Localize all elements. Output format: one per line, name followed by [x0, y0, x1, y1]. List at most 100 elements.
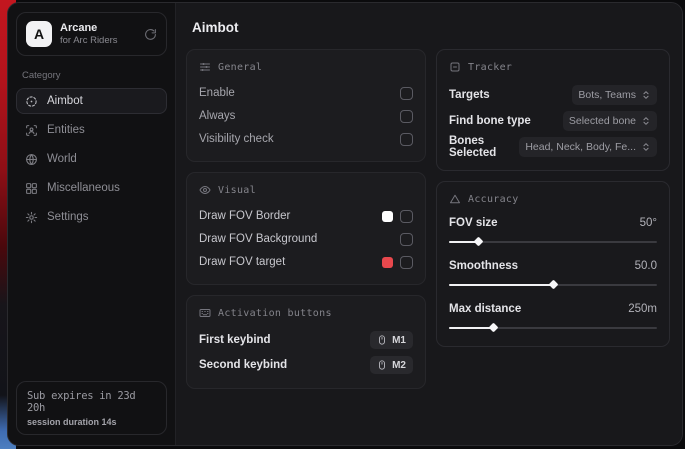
chevrons-up-down-icon	[641, 142, 651, 152]
slider-value: 250m	[628, 303, 657, 315]
visibility-check-checkbox[interactable]	[400, 133, 413, 146]
sidebar-item-settings[interactable]: Settings	[16, 204, 167, 230]
fov-size-slider[interactable]	[449, 238, 657, 245]
sidebar-item-label: World	[47, 153, 77, 165]
mouse-icon	[377, 335, 387, 345]
slider-value: 50°	[640, 217, 657, 229]
sliders-icon	[199, 61, 211, 73]
setting-label: Always	[199, 110, 235, 122]
smoothness-slider-group: Smoothness 50.0	[449, 257, 657, 288]
setting-label: Enable	[199, 87, 235, 99]
slider-label: Smoothness	[449, 260, 518, 272]
section-title: Visual	[218, 185, 256, 196]
dropdown-value: Selected bone	[569, 115, 636, 127]
dropdown-value: Head, Neck, Body, Fe...	[525, 141, 636, 153]
sidebar-item-label: Aimbot	[47, 95, 83, 107]
setting-row-visibility-check: Visibility check	[199, 128, 413, 150]
section-title: Tracker	[468, 62, 512, 73]
chevrons-up-down-icon	[641, 116, 651, 126]
setting-row-bones-selected: Bones Selected Head, Neck, Body, Fe...	[449, 134, 657, 159]
setting-label: Find bone type	[449, 115, 531, 127]
setting-row-fov-background: Draw FOV Background	[199, 228, 413, 250]
setting-label: Draw FOV target	[199, 256, 285, 268]
page-title: Aimbot	[192, 20, 670, 35]
refresh-icon[interactable]	[144, 28, 157, 41]
setting-label: Second keybind	[199, 359, 287, 371]
setting-row-second-keybind: Second keybind M2	[199, 353, 413, 377]
slider-thumb[interactable]	[488, 323, 498, 333]
category-label: Category	[22, 70, 161, 81]
keyboard-icon	[199, 307, 211, 319]
sidebar-item-aimbot[interactable]: Aimbot	[16, 88, 167, 114]
first-keybind-button[interactable]: M1	[370, 331, 413, 349]
frame-minus-icon	[449, 61, 461, 73]
slider-label: FOV size	[449, 217, 498, 229]
dropdown-value: Bots, Teams	[578, 89, 636, 101]
setting-row-fov-target: Draw FOV target	[199, 251, 413, 273]
grid-icon	[25, 182, 38, 195]
sub-expiry-text: Sub expires in 23d 20h	[27, 390, 156, 414]
fov-target-color-swatch[interactable]	[382, 257, 393, 268]
sidebar-item-label: Entities	[47, 124, 85, 136]
sidebar-item-miscellaneous[interactable]: Miscellaneous	[16, 175, 167, 201]
setting-row-targets: Targets Bots, Teams	[449, 82, 657, 107]
slider-label: Max distance	[449, 303, 521, 315]
max-distance-slider[interactable]	[449, 324, 657, 331]
sidebar-item-world[interactable]: World	[16, 146, 167, 172]
fov-background-checkbox[interactable]	[400, 233, 413, 246]
smoothness-slider[interactable]	[449, 281, 657, 288]
fov-border-checkbox[interactable]	[400, 210, 413, 223]
tracker-card: Tracker Targets Bots, Teams	[436, 49, 670, 171]
second-keybind-button[interactable]: M2	[370, 356, 413, 374]
setting-label: First keybind	[199, 334, 271, 346]
section-title: General	[218, 62, 262, 73]
fov-target-checkbox[interactable]	[400, 256, 413, 269]
crosshair-icon	[25, 95, 38, 108]
general-card: General Enable Always Visibility check	[186, 49, 426, 162]
find-bone-type-dropdown[interactable]: Selected bone	[563, 111, 657, 131]
triangle-icon	[449, 193, 461, 205]
brand-card: A Arcane for Arc Riders	[16, 12, 167, 56]
keybind-value: M2	[392, 360, 406, 371]
always-checkbox[interactable]	[400, 110, 413, 123]
chevrons-up-down-icon	[641, 90, 651, 100]
app-logo: A	[26, 21, 52, 47]
slider-thumb[interactable]	[549, 280, 559, 290]
sidebar: A Arcane for Arc Riders Category Aimbot	[8, 3, 176, 445]
setting-row-first-keybind: First keybind M1	[199, 328, 413, 352]
gear-icon	[25, 211, 38, 224]
sidebar-item-label: Settings	[47, 211, 89, 223]
eye-icon	[199, 184, 211, 196]
section-title: Accuracy	[468, 194, 519, 205]
setting-row-enable: Enable	[199, 82, 413, 104]
globe-icon	[25, 153, 38, 166]
person-scan-icon	[25, 124, 38, 137]
setting-label: Draw FOV Border	[199, 210, 290, 222]
section-title: Activation buttons	[218, 308, 332, 319]
app-name: Arcane	[60, 22, 118, 34]
setting-row-always: Always	[199, 105, 413, 127]
app-subtitle: for Arc Riders	[60, 35, 118, 46]
slider-thumb[interactable]	[474, 237, 484, 247]
setting-label: Bones Selected	[449, 135, 519, 159]
sidebar-item-entities[interactable]: Entities	[16, 117, 167, 143]
max-distance-slider-group: Max distance 250m	[449, 300, 657, 331]
setting-row-fov-border: Draw FOV Border	[199, 205, 413, 227]
sidebar-item-label: Miscellaneous	[47, 182, 120, 194]
keybind-value: M1	[392, 335, 406, 346]
setting-label: Visibility check	[199, 133, 274, 145]
targets-dropdown[interactable]: Bots, Teams	[572, 85, 657, 105]
accuracy-card: Accuracy FOV size 50°	[436, 181, 670, 347]
app-window: A Arcane for Arc Riders Category Aimbot	[7, 2, 683, 446]
fov-border-color-swatch[interactable]	[382, 211, 393, 222]
activation-buttons-card: Activation buttons First keybind M1	[186, 295, 426, 389]
slider-value: 50.0	[635, 260, 657, 272]
bones-selected-dropdown[interactable]: Head, Neck, Body, Fe...	[519, 137, 657, 157]
fov-size-slider-group: FOV size 50°	[449, 214, 657, 245]
setting-label: Draw FOV Background	[199, 233, 317, 245]
enable-checkbox[interactable]	[400, 87, 413, 100]
setting-row-find-bone-type: Find bone type Selected bone	[449, 108, 657, 133]
setting-label: Targets	[449, 89, 490, 101]
visual-card: Visual Draw FOV Border Draw FOV Backgrou…	[186, 172, 426, 285]
main-content: Aimbot General Enable	[176, 3, 682, 445]
